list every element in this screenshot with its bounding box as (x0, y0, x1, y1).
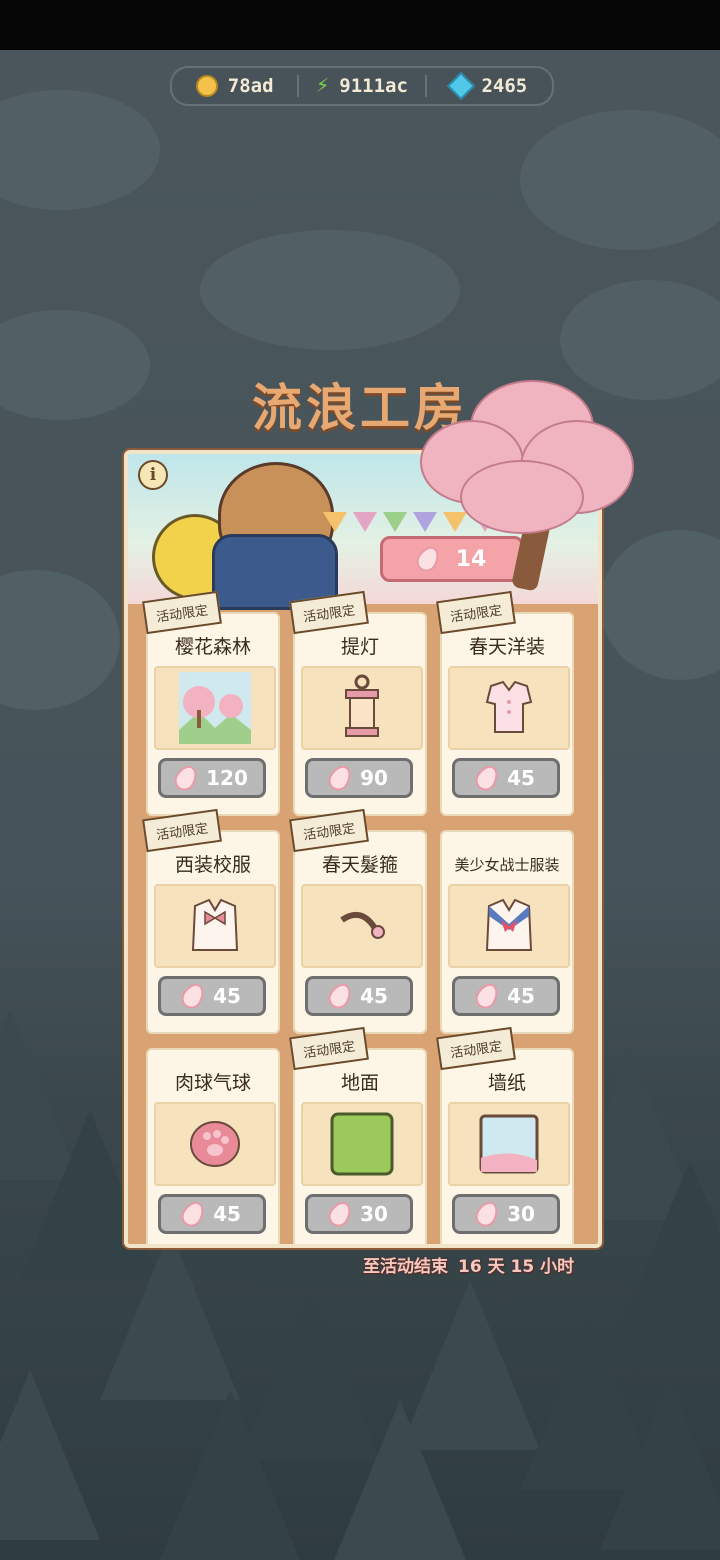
coin-counter[interactable]: 78ad (172, 75, 297, 97)
gem-counter[interactable]: 2465 (424, 71, 552, 101)
lantern-icon (345, 674, 379, 737)
petal-count: 14 (455, 546, 487, 572)
petal-icon (324, 761, 356, 795)
item-price: 120 (206, 766, 248, 790)
hairband-icon (340, 911, 385, 939)
gem-icon (447, 71, 476, 101)
petal-icon (324, 979, 356, 1013)
shop-item[interactable]: 活动限定 地面 30 (289, 1026, 427, 1244)
shop-item[interactable]: 美少女战士服装 45 (440, 830, 574, 1034)
price-button[interactable]: 30 (305, 1194, 413, 1234)
item-name: 樱花森林 (174, 636, 251, 658)
item-name: 肉球气球 (174, 1072, 251, 1094)
ground-icon (330, 1112, 394, 1176)
item-icon-frame (301, 1102, 423, 1186)
shop-item[interactable]: 活动限定 墙纸 30 (436, 1026, 574, 1244)
event-countdown: 至活动结束 16 天 15 小时 (363, 1252, 574, 1277)
price-button[interactable]: 45 (452, 758, 560, 798)
sailor-outfit-icon (485, 898, 533, 951)
item-price: 30 (507, 1202, 535, 1226)
item-price: 45 (360, 984, 388, 1008)
sakura-forest-icon (179, 672, 251, 744)
item-name: 美少女战士服装 (454, 856, 560, 874)
item-name: 地面 (340, 1072, 379, 1094)
price-button[interactable]: 45 (452, 976, 560, 1016)
petal-icon (471, 1197, 503, 1231)
currency-bar: 78ad ⚡ 9111ac 2465 (170, 66, 554, 106)
gem-value: 2465 (481, 75, 528, 97)
petal-icon (412, 542, 443, 576)
shop-item[interactable]: 活动限定 春天洋装 45 (436, 590, 574, 816)
petal-icon (177, 979, 209, 1013)
petal-icon (170, 761, 202, 795)
energy-counter[interactable]: ⚡ 9111ac (297, 75, 424, 97)
status-bar (0, 0, 720, 50)
shop-item[interactable]: 肉球气球 45 (146, 1048, 280, 1244)
item-price: 30 (360, 1202, 388, 1226)
petal-icon (471, 979, 503, 1013)
paw-balloon-icon (190, 1121, 240, 1167)
spring-dress-icon (485, 680, 533, 733)
price-button[interactable]: 30 (452, 1194, 560, 1234)
item-price: 45 (507, 984, 535, 1008)
petal-currency-badge: 14 (380, 536, 524, 582)
petal-icon (324, 1197, 356, 1231)
countdown-remaining: 16 天 15 小时 (458, 1257, 575, 1277)
price-button[interactable]: 45 (158, 1194, 266, 1234)
item-icon-frame (301, 884, 423, 968)
item-price: 45 (213, 984, 241, 1008)
energy-value: 9111ac (339, 75, 408, 97)
item-icon-frame (448, 884, 570, 968)
coin-icon (195, 75, 218, 97)
item-price: 90 (360, 766, 388, 790)
countdown-label: 至活动结束 (363, 1257, 448, 1277)
shop-item[interactable]: 活动限定 提灯 90 (289, 590, 427, 816)
price-button[interactable]: 45 (158, 976, 266, 1016)
price-button[interactable]: 90 (305, 758, 413, 798)
item-name: 春天洋装 (468, 636, 545, 658)
shop-item-grid: 活动限定 樱花森林 120 活动限定 提灯 90 活动限定 春天洋装 45 活动… (142, 590, 580, 1244)
coin-value: 78ad (227, 75, 274, 97)
info-icon[interactable]: i (138, 460, 168, 490)
item-icon-frame (301, 666, 423, 750)
shop-item[interactable]: 活动限定 西装校服 45 (142, 808, 280, 1034)
item-name: 西装校服 (174, 854, 251, 876)
item-price: 45 (507, 766, 535, 790)
wallpaper-icon (479, 1114, 539, 1174)
petal-icon (471, 761, 503, 795)
shop-item[interactable]: 活动限定 春天髮箍 45 (289, 808, 427, 1034)
item-icon-frame (154, 666, 276, 750)
shop-item[interactable]: 活动限定 樱花森林 120 (142, 590, 280, 816)
item-icon-frame (448, 666, 570, 750)
item-price: 45 (213, 1202, 241, 1226)
petal-icon (177, 1197, 209, 1231)
item-icon-frame (448, 1102, 570, 1186)
item-name: 提灯 (340, 636, 379, 658)
item-name: 墙纸 (487, 1072, 526, 1094)
price-button[interactable]: 45 (305, 976, 413, 1016)
lightning-icon: ⚡ (316, 73, 330, 98)
school-uniform-icon (191, 898, 239, 951)
price-button[interactable]: 120 (158, 758, 266, 798)
item-name: 春天髮箍 (321, 854, 398, 876)
item-icon-frame (154, 1102, 276, 1186)
item-icon-frame (154, 884, 276, 968)
